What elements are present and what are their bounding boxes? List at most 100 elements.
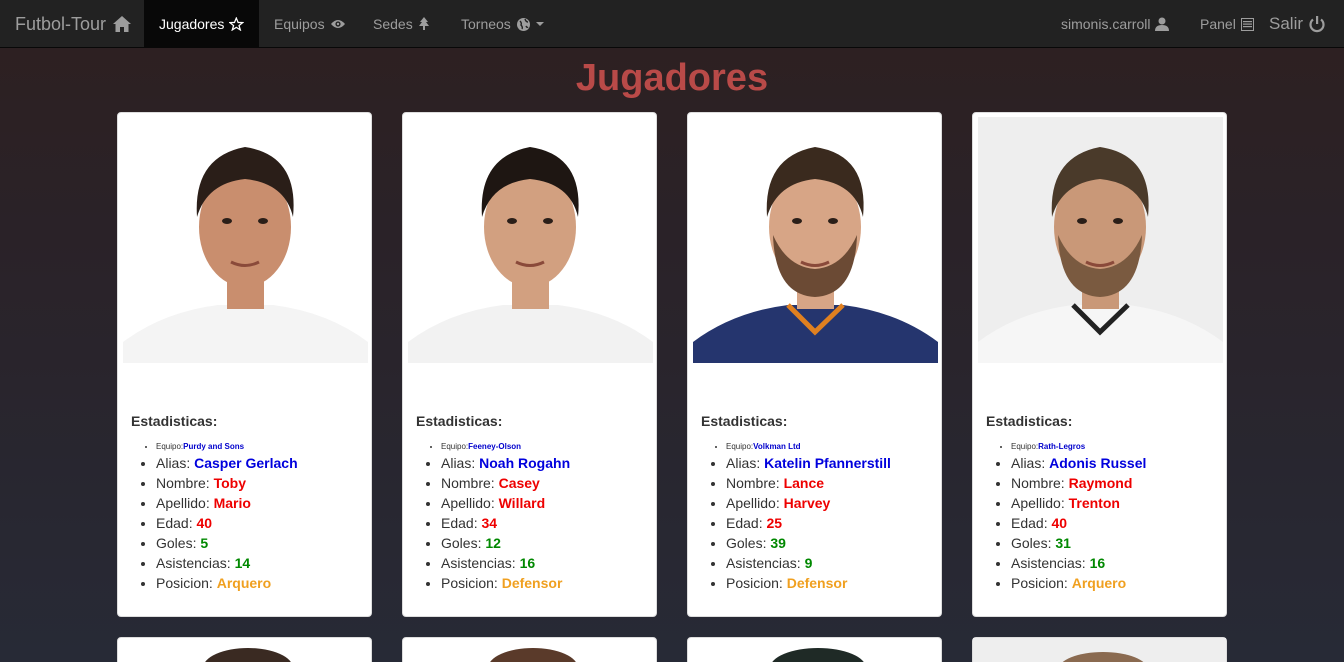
stat-value-apellido: Mario	[213, 495, 251, 511]
stat-asistencias: Asistencias: 16	[441, 553, 656, 573]
stat-value-posicion: Arquero	[216, 575, 272, 591]
stat-equipo: Equipo:Feeney-Olson	[441, 441, 656, 453]
brand-link[interactable]: Futbol-Tour	[15, 0, 132, 48]
star-icon	[229, 17, 244, 31]
stat-nombre: Nombre: Raymond	[1011, 473, 1226, 493]
stats-title: Estadisticas:	[131, 413, 218, 429]
stat-value-alias: Noah Rogahn	[479, 455, 571, 471]
player-card-partial[interactable]	[117, 637, 372, 662]
nav-jugadores[interactable]: Jugadores	[144, 0, 259, 48]
stat-value-asistencias: 16	[519, 555, 536, 571]
stat-edad: Edad: 40	[156, 513, 371, 533]
stat-label: Alias:	[441, 455, 476, 471]
stat-goles: Goles: 5	[156, 533, 371, 553]
stat-equipo: Equipo:Volkman Ltd	[726, 441, 941, 453]
stat-apellido: Apellido: Harvey	[726, 493, 941, 513]
nav-equipos[interactable]: Equipos	[259, 0, 361, 48]
player-card[interactable]: Estadisticas: Equipo:Rath-Legros Alias: …	[972, 112, 1227, 617]
stat-value-asistencias: 9	[804, 555, 813, 571]
stat-value-equipo: Volkman Ltd	[753, 442, 801, 451]
stat-value-equipo: Rath-Legros	[1038, 442, 1086, 451]
stat-label: Asistencias:	[441, 555, 516, 571]
stat-value-posicion: Defensor	[786, 575, 848, 591]
stat-label: Asistencias:	[156, 555, 231, 571]
player-photo	[408, 117, 653, 363]
player-card[interactable]: Estadisticas: Equipo:Volkman Ltd Alias: …	[687, 112, 942, 617]
stat-value-asistencias: 16	[1089, 555, 1106, 571]
stat-label: Goles:	[156, 535, 197, 551]
stat-label: Posicion:	[726, 575, 783, 591]
stats-title: Estadisticas:	[701, 413, 788, 429]
stat-edad: Edad: 40	[1011, 513, 1226, 533]
nav-equipos-label: Equipos	[274, 16, 325, 32]
stat-value-posicion: Defensor	[501, 575, 563, 591]
stat-label: Posicion:	[156, 575, 213, 591]
player-card-partial[interactable]	[972, 637, 1227, 662]
stat-value-edad: 40	[1051, 515, 1068, 531]
stat-value-asistencias: 14	[234, 555, 251, 571]
stat-value-edad: 34	[481, 515, 498, 531]
stat-label: Apellido:	[726, 495, 780, 511]
user-name: simonis.carroll	[1061, 16, 1151, 32]
stat-nombre: Nombre: Lance	[726, 473, 941, 493]
player-photo	[973, 638, 1226, 662]
stat-value-edad: 25	[766, 515, 783, 531]
home-icon	[113, 16, 132, 32]
stat-label: Posicion:	[441, 575, 498, 591]
stat-label: Alias:	[1011, 455, 1046, 471]
caret-down-icon	[535, 22, 544, 26]
player-card-partial[interactable]	[687, 637, 942, 662]
stat-equipo: Equipo:Purdy and Sons	[156, 441, 371, 453]
player-photo	[123, 117, 368, 363]
stat-posicion: Posicion: Arquero	[156, 573, 371, 593]
player-card[interactable]: Estadisticas: Equipo:Feeney-Olson Alias:…	[402, 112, 657, 617]
stat-value-equipo: Purdy and Sons	[183, 442, 245, 451]
nav-user[interactable]: simonis.carroll	[1046, 0, 1184, 48]
player-photo	[693, 117, 938, 363]
stats-list: Equipo:Rath-Legros Alias: Adonis Russel …	[1011, 441, 1226, 593]
stat-label: Goles:	[726, 535, 767, 551]
stat-label: Goles:	[1011, 535, 1052, 551]
stat-label: Nombre:	[1011, 475, 1065, 491]
stat-posicion: Posicion: Defensor	[726, 573, 941, 593]
stat-label: Posicion:	[1011, 575, 1068, 591]
nav-torneos-dropdown[interactable]: Torneos	[446, 0, 559, 48]
stat-label: Apellido:	[441, 495, 495, 511]
logout-label: Salir	[1269, 14, 1304, 33]
nav-sedes-label: Sedes	[373, 16, 413, 32]
top-navbar: Futbol-Tour Jugadores Equipos Sedes Torn…	[0, 0, 1344, 48]
stats-list: Equipo:Purdy and Sons Alias: Casper Gerl…	[156, 441, 371, 593]
nav-jugadores-label: Jugadores	[159, 16, 225, 32]
user-icon	[1155, 17, 1170, 31]
page-title: Jugadores	[575, 57, 769, 99]
logout-button[interactable]: Salir	[1254, 0, 1341, 48]
player-card[interactable]: Estadisticas: Equipo:Purdy and Sons Alia…	[117, 112, 372, 617]
player-card-partial[interactable]	[402, 637, 657, 662]
stat-label: Apellido:	[156, 495, 210, 511]
stat-value-apellido: Harvey	[783, 495, 831, 511]
nav-torneos-label: Torneos	[461, 16, 511, 32]
player-photo	[118, 638, 371, 662]
stat-value-alias: Katelin Pfannerstill	[764, 455, 891, 471]
stat-goles: Goles: 31	[1011, 533, 1226, 553]
stat-value-nombre: Toby	[213, 475, 246, 491]
stat-alias: Alias: Noah Rogahn	[441, 453, 656, 473]
eye-icon	[330, 20, 345, 28]
stat-asistencias: Asistencias: 16	[1011, 553, 1226, 573]
stat-equipo: Equipo:Rath-Legros	[1011, 441, 1226, 453]
stat-value-alias: Casper Gerlach	[194, 455, 298, 471]
stat-asistencias: Asistencias: 14	[156, 553, 371, 573]
nav-sedes[interactable]: Sedes	[358, 0, 445, 48]
stat-posicion: Posicion: Arquero	[1011, 573, 1226, 593]
stat-label: Equipo:	[156, 442, 184, 451]
stat-label: Equipo:	[726, 442, 754, 451]
stats-list: Equipo:Feeney-Olson Alias: Noah Rogahn N…	[441, 441, 656, 593]
stat-label: Apellido:	[1011, 495, 1065, 511]
list-alt-icon	[1240, 17, 1254, 31]
stat-alias: Alias: Casper Gerlach	[156, 453, 371, 473]
stat-value-nombre: Raymond	[1068, 475, 1133, 491]
panel-label: Panel	[1200, 16, 1236, 32]
player-photo	[978, 117, 1223, 363]
stats-title: Estadisticas:	[986, 413, 1073, 429]
globe-icon	[516, 17, 530, 31]
